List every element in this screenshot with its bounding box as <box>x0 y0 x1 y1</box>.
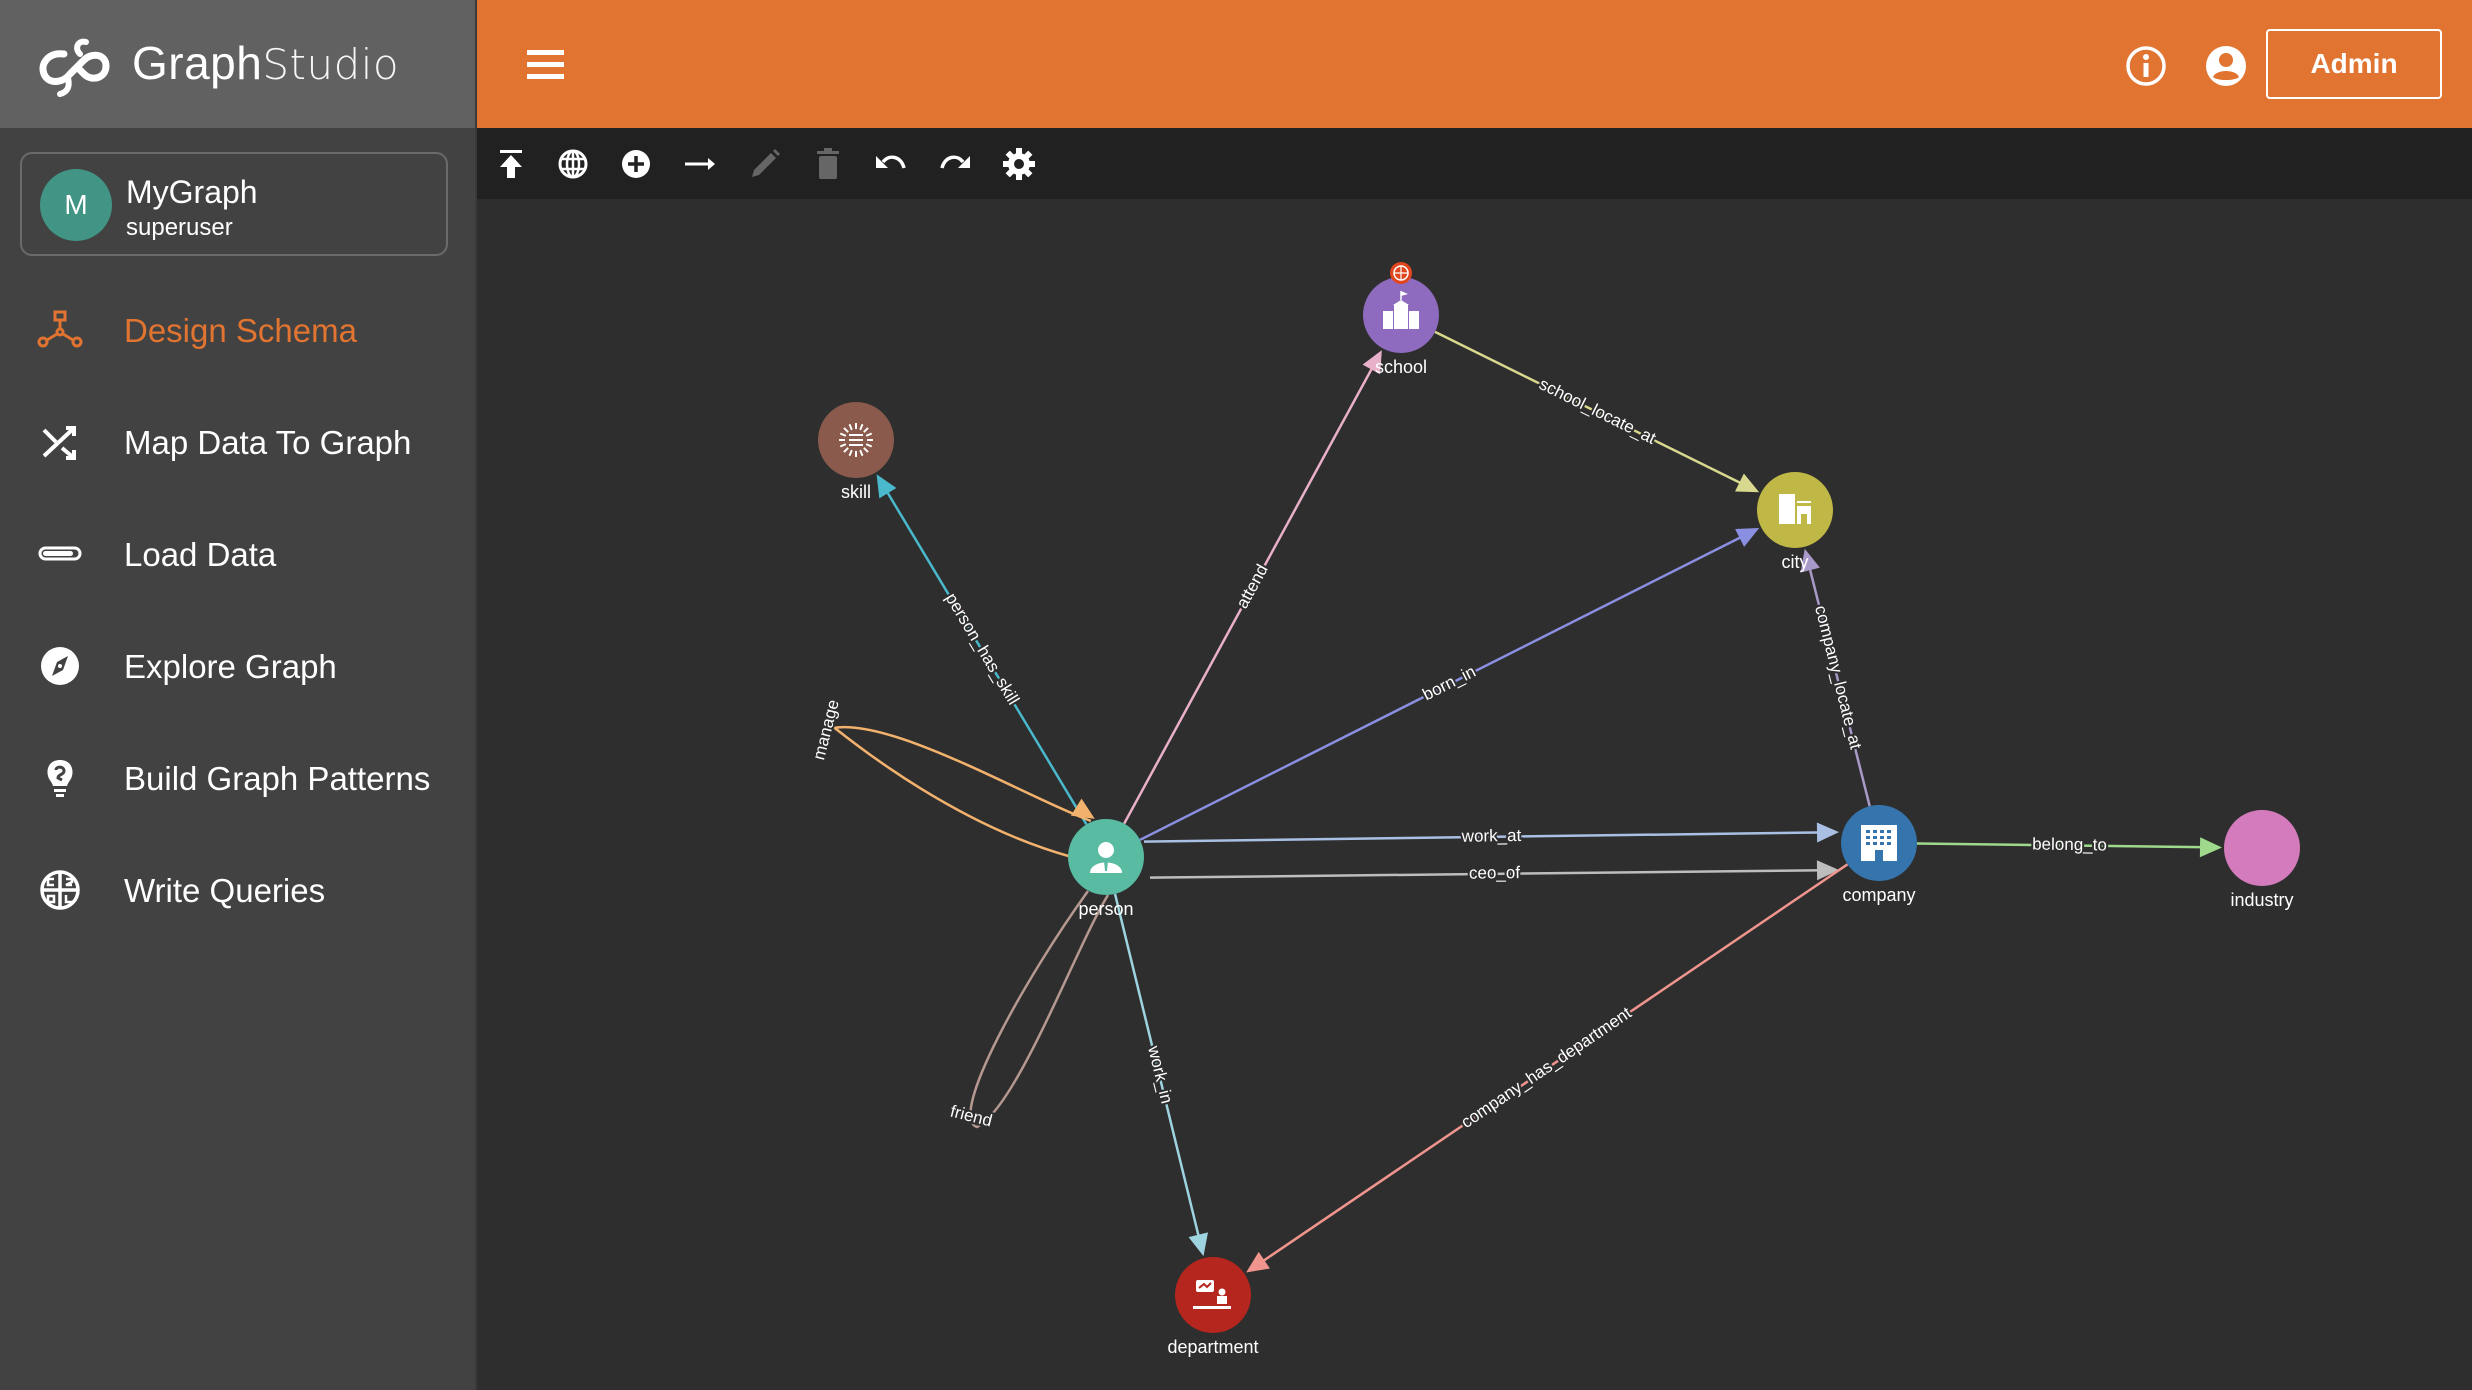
vertex-department[interactable]: department <box>1167 1257 1259 1357</box>
lightbulb-icon <box>47 760 73 797</box>
edge-company-locate-at[interactable]: company_locate_at <box>1800 548 1871 807</box>
gear-icon[interactable] <box>999 144 1039 184</box>
edge-arrowhead <box>1246 1251 1270 1273</box>
sidebar-item-label: Explore Graph <box>124 648 337 685</box>
edge-line[interactable] <box>969 890 1110 1129</box>
edge-label[interactable]: ceo_of <box>1467 861 1523 885</box>
edge-label[interactable]: belong_to <box>2030 832 2109 856</box>
skill-icon <box>839 423 873 457</box>
edge-arrowhead <box>1188 1232 1209 1257</box>
vertex-industry[interactable]: industry <box>2224 810 2300 910</box>
add-circle-icon[interactable] <box>616 144 656 184</box>
edge-manage[interactable]: manage <box>807 696 1095 859</box>
sidebar-item-build-patterns[interactable]: Build Graph Patterns <box>0 728 475 828</box>
edge-arrowhead <box>1816 822 1840 843</box>
edge-arrowhead <box>1070 798 1095 819</box>
edge-label[interactable]: friend <box>946 1100 996 1133</box>
pencil-icon[interactable] <box>744 144 784 184</box>
edges-layer: school_locate_atattend born_in person_has_… <box>807 330 2223 1273</box>
edge-work-at[interactable]: work_at <box>1143 822 1840 848</box>
top-header: Admin <box>477 0 2472 128</box>
vertex-circle[interactable] <box>1175 1257 1251 1333</box>
vertex-label: company <box>1842 885 1915 905</box>
logo-area: GraphStudio <box>0 0 475 128</box>
edge-label[interactable]: person_has_skill <box>940 588 1025 710</box>
sidebar-item-label: Build Graph Patterns <box>124 760 431 797</box>
sidebar-item-write-queries[interactable]: Write Queries <box>0 840 475 940</box>
company-icon <box>1861 825 1897 861</box>
vertex-person[interactable]: person <box>1068 819 1144 919</box>
graph-user-card[interactable]: M MyGraph superuser <box>20 152 448 256</box>
sidebar-item-label: Load Data <box>124 536 277 573</box>
edge-belong-to[interactable]: belong_to <box>1916 832 2223 858</box>
progress-bar-icon <box>38 546 82 561</box>
avatar: M <box>40 169 112 241</box>
edge-ceo-of[interactable]: ceo_of <box>1149 860 1840 885</box>
schema-toolbar <box>477 128 2472 199</box>
edge-arrowhead <box>2199 837 2223 858</box>
sidebar-item-load-data[interactable]: Load Data <box>0 504 475 604</box>
sidebar: GraphStudio M MyGraph superuser Design S… <box>0 0 477 1390</box>
user-role: superuser <box>126 214 233 241</box>
hamburger-icon[interactable] <box>527 50 567 82</box>
admin-button[interactable]: Admin <box>2266 29 2442 99</box>
info-icon[interactable] <box>2124 44 2168 88</box>
sidebar-item-label: Design Schema <box>124 312 357 349</box>
arrow-right-icon[interactable] <box>680 144 720 184</box>
logo-studio: Studio <box>262 40 400 89</box>
edge-born-in[interactable]: born_in <box>1139 527 1760 842</box>
edge-line[interactable] <box>827 721 1092 859</box>
edge-label[interactable]: company_has_department <box>1456 1001 1637 1134</box>
vertex-label: school <box>1375 357 1427 377</box>
edge-attend[interactable]: attend <box>1123 350 1382 825</box>
redo-icon[interactable] <box>935 144 975 184</box>
vertex-label: industry <box>2230 890 2293 910</box>
sidebar-item-label: Write Queries <box>124 872 326 909</box>
edge-label[interactable]: born_in <box>1418 660 1481 706</box>
publish-icon[interactable] <box>491 144 531 184</box>
vertex-school[interactable]: school <box>1363 262 1439 377</box>
global-badge-icon <box>1390 262 1412 284</box>
edge-label[interactable]: attend <box>1230 559 1273 614</box>
edge-school-locate-at[interactable]: school_locate_at <box>1434 330 1760 493</box>
trash-icon[interactable] <box>808 144 848 184</box>
edge-label[interactable]: company_locate_at <box>1809 601 1868 753</box>
vertex-label: city <box>1782 552 1809 572</box>
compass-icon <box>41 647 79 685</box>
edge-label[interactable]: work_at <box>1459 824 1524 848</box>
edge-company-has-department[interactable]: company_has_department <box>1246 863 1849 1273</box>
edge-label[interactable]: work_in <box>1142 1041 1179 1107</box>
gsql-icon <box>40 870 80 910</box>
edge-work-in[interactable]: work_in <box>1113 893 1209 1257</box>
schema-graph[interactable]: school_locate_atattend born_in person_has_… <box>477 199 2472 1390</box>
app-logo-text: GraphStudio <box>132 36 399 90</box>
undo-icon[interactable] <box>871 144 911 184</box>
graphstudio-logo-icon <box>39 38 110 97</box>
account-circle-icon[interactable] <box>2204 44 2248 88</box>
vertex-label: person <box>1078 899 1133 919</box>
vertex-circle[interactable] <box>2224 810 2300 886</box>
sidebar-item-map-data[interactable]: Map Data To Graph <box>0 392 475 492</box>
logo-graph: Graph <box>132 37 263 89</box>
sidebar-item-design-schema[interactable]: Design Schema <box>0 280 475 380</box>
edge-friend[interactable]: friend <box>946 890 1110 1133</box>
vertex-label: skill <box>841 482 871 502</box>
edge-arrowhead <box>876 474 897 499</box>
shuffle-icon <box>42 426 76 460</box>
vertex-city[interactable]: city <box>1757 472 1833 572</box>
vertices-layer: school skill city person company industry depa… <box>818 262 2300 1357</box>
graph-name: MyGraph <box>126 174 258 210</box>
vertex-company[interactable]: company <box>1841 805 1917 905</box>
schema-icon <box>37 310 83 348</box>
schema-canvas[interactable]: school_locate_atattend born_in person_has_… <box>477 199 2472 1390</box>
edge-label[interactable]: school_locate_at <box>1534 372 1661 450</box>
vertex-label: department <box>1167 1337 1258 1357</box>
sidebar-item-label: Map Data To Graph <box>124 424 412 461</box>
sidebar-item-explore-graph[interactable]: Explore Graph <box>0 616 475 716</box>
globe-icon[interactable] <box>553 144 593 184</box>
